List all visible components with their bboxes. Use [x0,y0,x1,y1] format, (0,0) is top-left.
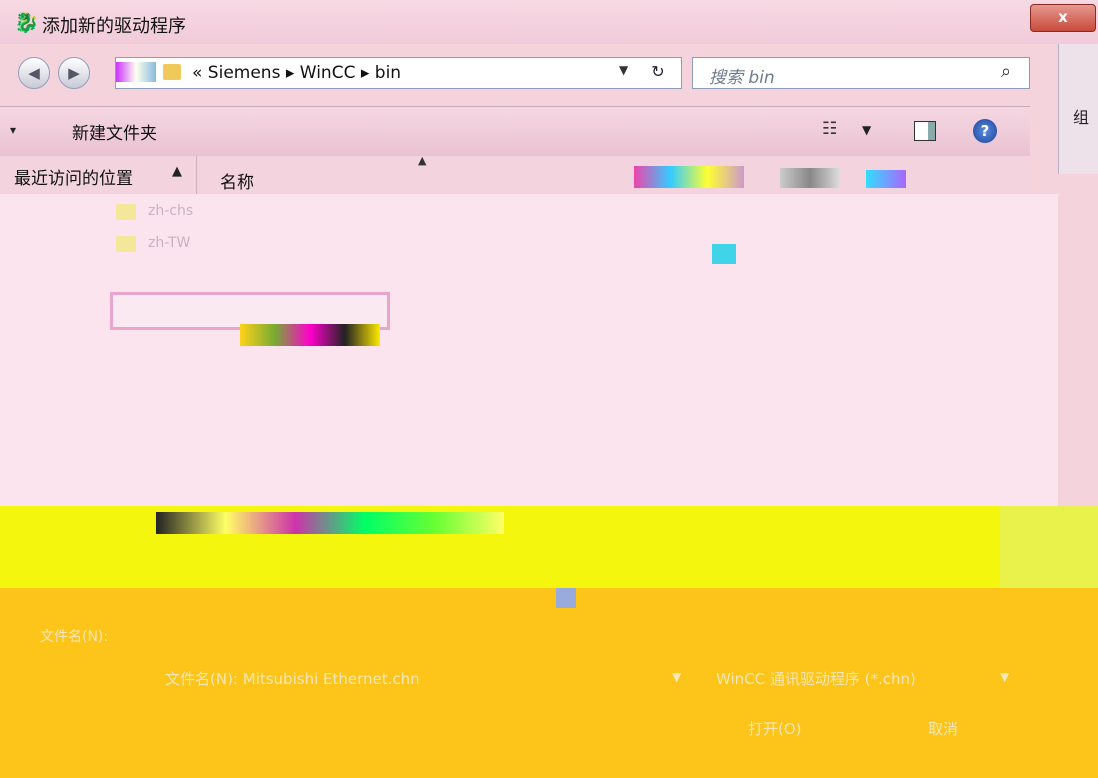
noise-block [866,170,906,188]
help-button[interactable]: ? [973,119,997,143]
scroll-up-icon[interactable]: ▲ [172,164,182,179]
noise-block [712,244,736,264]
close-button[interactable]: x [1030,4,1096,32]
noise-block [156,512,504,534]
cancel-button[interactable]: 取消 [928,718,958,739]
chevron-down-icon[interactable]: ▼ [619,63,628,77]
file-list: zh-chs zh-TW [0,194,1058,506]
nav-pane-recent-places[interactable]: 最近访问的位置 [14,164,133,189]
chevron-down-icon[interactable]: ▼ [1000,670,1009,684]
folder-icon [116,204,136,220]
open-button[interactable]: 打开(O) [748,718,802,739]
noise-block [634,166,744,188]
chevron-down-icon[interactable]: ▼ [862,123,871,137]
noise-block [116,62,156,82]
right-panel-edge: 组 [1058,44,1098,174]
file-type-select[interactable]: WinCC 通讯驱动程序 (*.chn) [716,668,916,689]
noise-block [780,168,840,188]
chevron-down-icon[interactable]: ▼ [672,670,681,684]
dragon-icon: 🐉 [14,10,39,34]
views-icon[interactable]: ☷ [822,119,837,139]
preview-pane-icon[interactable] [914,121,936,141]
noise-block [556,588,576,608]
sort-caret-icon: ▲ [418,154,427,167]
filename-input[interactable]: 文件名(N): Mitsubishi Ethernet.chn [165,668,420,689]
name-column-header[interactable]: 名称 [220,168,254,193]
organize-dropdown[interactable]: ▾ [10,123,16,137]
list-item[interactable]: zh-TW [112,232,412,258]
address-bar[interactable]: « Siemens ▸ WinCC ▸ bin ▼ [115,57,682,89]
search-input[interactable]: 搜索 bin [709,63,775,88]
right-panel-text: 组 [1073,108,1090,127]
file-name: zh-TW [148,235,191,251]
list-item[interactable]: zh-chs [112,200,412,226]
folder-icon [116,236,136,252]
search-box[interactable]: 搜索 bin ⌕ [692,57,1030,89]
address-path[interactable]: « Siemens ▸ WinCC ▸ bin [192,63,401,83]
column-divider [196,156,197,194]
window-title: 添加新的驱动程序 [42,16,186,37]
back-arrow-icon[interactable]: ◀ [18,57,50,89]
file-name: zh-chs [148,203,194,219]
refresh-button[interactable]: ↻ [640,58,676,86]
title-bar: 🐉 添加新的驱动程序 x [0,0,1098,44]
folder-icon [163,64,181,80]
search-icon[interactable]: ⌕ [1001,61,1011,82]
forward-arrow-icon[interactable]: ▶ [58,57,90,89]
filename-label: 文件名(N): [40,629,109,645]
command-bar: ▾ 新建文件夹 ☷ ▼ ? [0,106,1030,157]
noise-block [240,324,380,346]
new-folder-button[interactable]: 新建文件夹 [72,119,157,144]
